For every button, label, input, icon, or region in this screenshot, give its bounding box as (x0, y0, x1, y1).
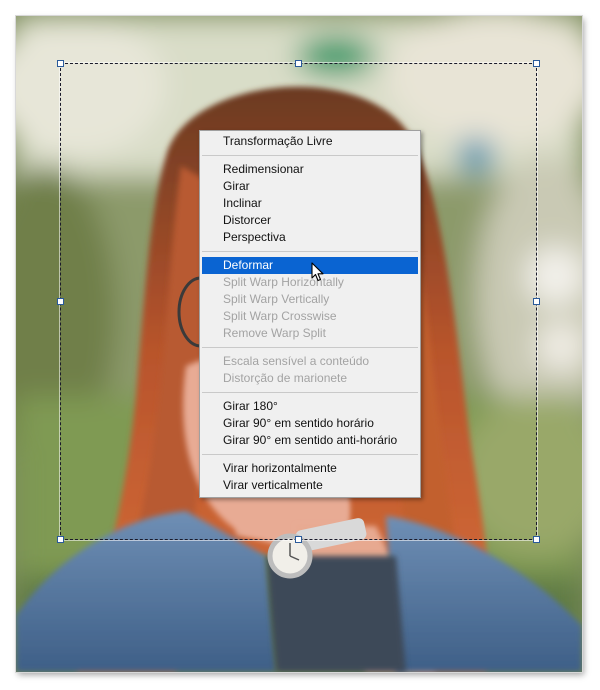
menu-separator (202, 155, 418, 156)
menu-item-girar-90-anti-horario[interactable]: Girar 90° em sentido anti-horário (202, 432, 418, 449)
menu-item-inclinar[interactable]: Inclinar (202, 195, 418, 212)
transform-handle-bottom-right[interactable] (533, 536, 540, 543)
menu-item-virar-horizontalmente[interactable]: Virar horizontalmente (202, 460, 418, 477)
transform-handle-bottom-left[interactable] (57, 536, 64, 543)
menu-item-transformacao-livre[interactable]: Transformação Livre (202, 133, 418, 150)
menu-item-girar-90-horario[interactable]: Girar 90° em sentido horário (202, 415, 418, 432)
transform-context-menu: Transformação Livre Redimensionar Girar … (199, 130, 421, 498)
menu-item-perspectiva[interactable]: Perspectiva (202, 229, 418, 246)
menu-item-redimensionar[interactable]: Redimensionar (202, 161, 418, 178)
menu-separator (202, 454, 418, 455)
menu-item-remove-warp-split: Remove Warp Split (223, 326, 326, 340)
menu-item-distorcer[interactable]: Distorcer (202, 212, 418, 229)
transform-handle-middle-left[interactable] (57, 297, 64, 305)
menu-item-virar-verticalmente[interactable]: Virar verticalmente (202, 477, 418, 494)
menu-item-girar[interactable]: Girar (202, 178, 418, 195)
transform-handle-middle-right[interactable] (533, 297, 540, 305)
arrow-pointer-icon (311, 262, 324, 282)
transform-handle-bottom-center[interactable] (294, 536, 302, 543)
menu-item-split-warp-horizontally: Split Warp Horizontally (223, 275, 344, 289)
transform-handle-top-right[interactable] (533, 60, 540, 67)
menu-item-distorcao-marionete: Distorção de marionete (223, 371, 348, 385)
menu-item-escala-sensivel: Escala sensível a conteúdo (223, 354, 370, 368)
menu-separator (202, 251, 418, 252)
transform-handle-top-left[interactable] (57, 60, 64, 67)
menu-item-split-warp-crosswise: Split Warp Crosswise (223, 309, 337, 323)
menu-item-split-warp-vertically: Split Warp Vertically (223, 292, 330, 306)
menu-separator (202, 392, 418, 393)
menu-item-girar-180[interactable]: Girar 180° (202, 398, 418, 415)
transform-handle-top-center[interactable] (294, 60, 302, 67)
menu-separator (202, 347, 418, 348)
menu-item-deformar[interactable]: Deformar (202, 257, 418, 274)
